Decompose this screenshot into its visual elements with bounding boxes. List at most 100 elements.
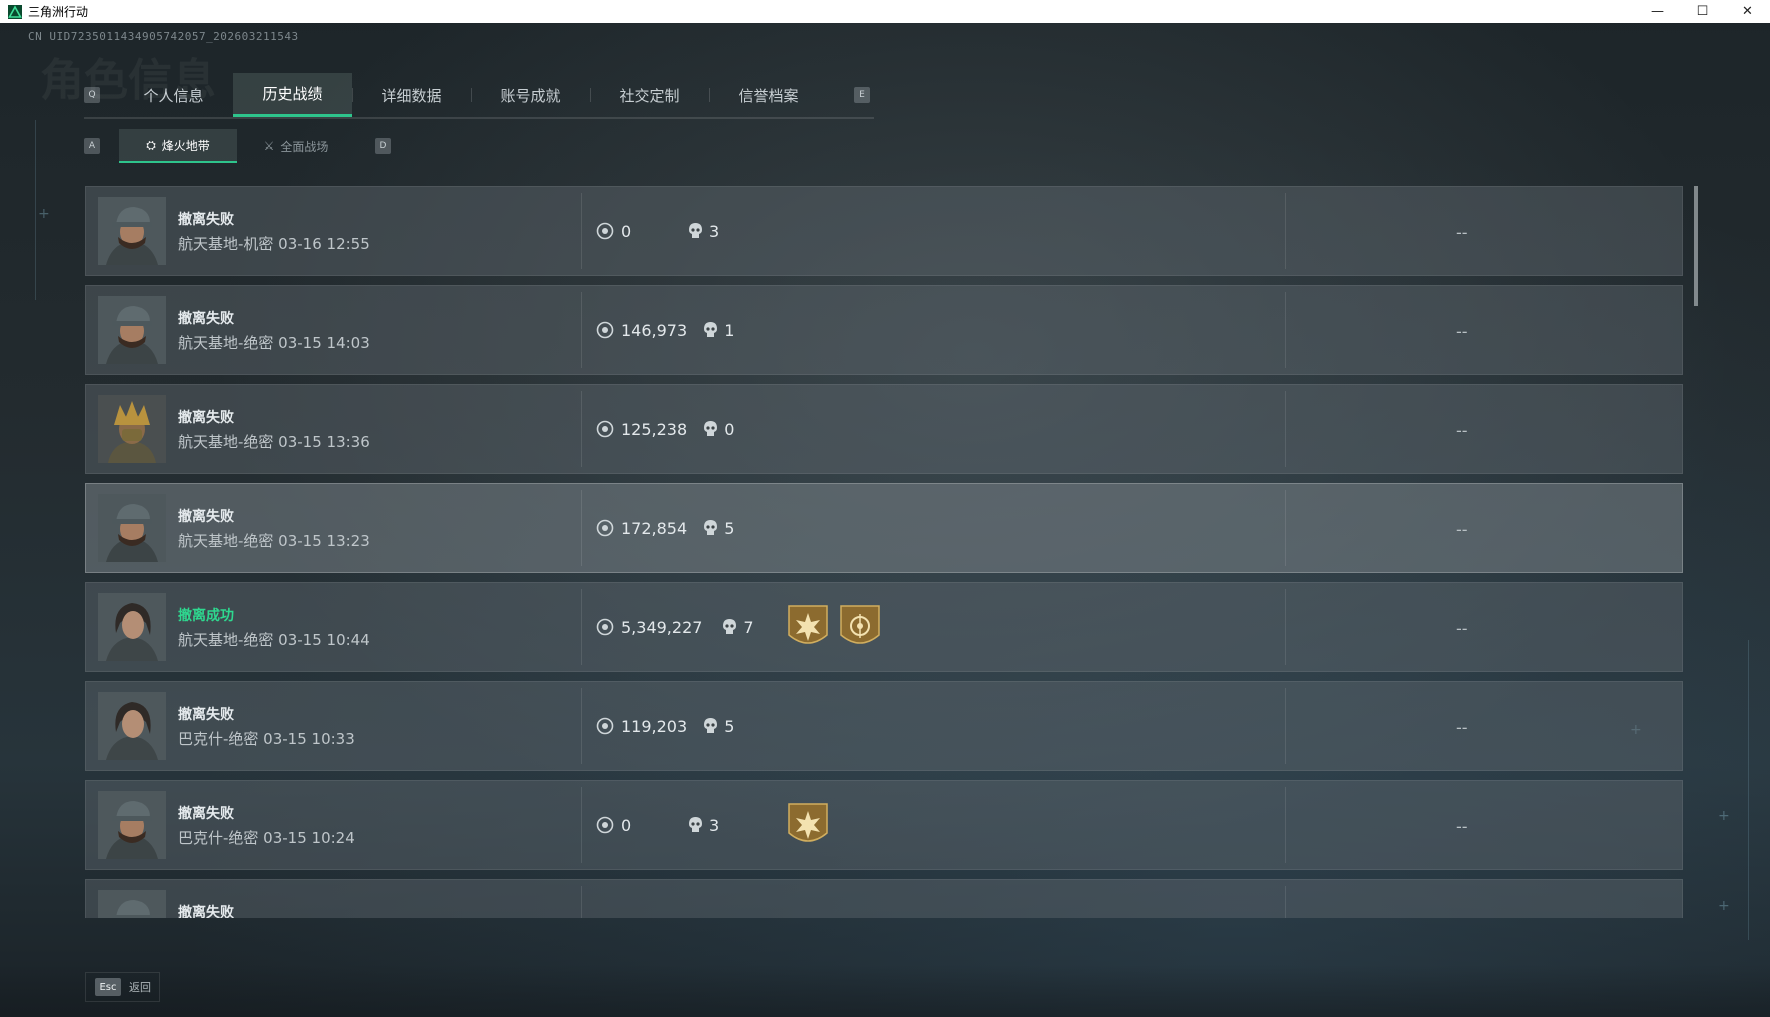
tab-achievements[interactable]: 账号成就 — [471, 73, 590, 117]
skull-icon — [704, 718, 718, 733]
subtab-hazard-zone[interactable]: ⛭ 烽火地带 — [119, 129, 237, 163]
match-record-row[interactable]: 撤离失败航天基地-绝密 03-15 13:23 172,854 5 -- — [85, 483, 1683, 573]
column-divider — [1285, 193, 1286, 269]
map-and-time: 航天基地-绝密 03-15 13:23 — [178, 532, 370, 550]
map-and-time: 航天基地-绝密 03-15 10:44 — [178, 631, 370, 649]
kill-count-text: 1 — [724, 320, 735, 340]
extraction-status: 撤离失败 — [178, 410, 234, 426]
operator-avatar — [98, 692, 166, 760]
loot-value: 0 — [596, 815, 631, 835]
loot-value-text: 5,349,227 — [621, 617, 703, 637]
subtab-prev-key-hint[interactable]: A — [84, 138, 100, 154]
column-divider — [1285, 787, 1286, 863]
column-divider — [1285, 688, 1286, 764]
extraction-status: 撤离失败 — [178, 905, 234, 918]
coin-icon — [596, 717, 614, 735]
coin-icon — [596, 618, 614, 636]
skull-icon — [689, 817, 702, 832]
subtab-label: 烽火地带 — [161, 138, 210, 153]
player-uid: CN UID7235011434905742057_202603211543 — [28, 30, 299, 43]
loot-value-text: 172,854 — [621, 518, 688, 538]
mode-tabs: A ⛭ 烽火地带 ⚔ 全面战场 D — [84, 129, 391, 163]
kill-count: 7 — [722, 617, 754, 637]
column-divider — [1285, 886, 1286, 918]
extra-info: -- — [1456, 520, 1468, 539]
extraction-status: 撤离失败 — [178, 212, 234, 228]
window-title: 三角洲行动 — [28, 5, 89, 19]
map-and-time: 巴克什-绝密 03-15 10:33 — [178, 730, 355, 748]
esc-key-hint: Esc — [95, 978, 121, 996]
kill-count: 1 — [703, 320, 734, 340]
loot-value-text: 0 — [621, 815, 632, 835]
coin-icon — [596, 519, 614, 537]
loot-value-text: 146,973 — [621, 320, 688, 340]
operator-avatar — [98, 395, 166, 463]
extraction-status: 撤离失败 — [178, 311, 234, 327]
target-badge[interactable] — [838, 603, 882, 651]
match-record-row[interactable]: 撤离失败 巴克什-绝密 03-15 10:24 0 3 -- — [85, 780, 1683, 870]
loot-value-text: 119,203 — [621, 716, 688, 736]
window-titlebar: 三角洲行动 — ☐ ✕ — [0, 0, 1770, 23]
minimize-button[interactable]: — — [1635, 0, 1680, 23]
sun-badge[interactable] — [786, 801, 830, 849]
column-divider — [581, 886, 582, 918]
tab-detailed-data[interactable]: 详细数据 — [352, 73, 471, 117]
operator-avatar — [98, 791, 166, 859]
loot-value: 0 — [596, 221, 631, 241]
match-record-row[interactable]: 撤离失败航天基地-机密 03-16 12:55 0 3 -- — [85, 186, 1683, 276]
kill-count: 5 — [703, 518, 734, 538]
match-history-list[interactable]: 撤离失败 航天基地-机密 03-16 12:55 0 3 -- 撤离失败 航天基地-绝密 0… — [85, 186, 1685, 918]
bottom-bar — [0, 965, 1770, 1017]
operator-avatar — [98, 890, 166, 918]
extraction-status: 撤离失败 — [178, 509, 234, 525]
close-button[interactable]: ✕ — [1725, 0, 1770, 23]
loot-value: 146,973 — [596, 320, 687, 340]
skull-icon — [704, 520, 718, 535]
loot-value-text: 0 — [621, 221, 632, 241]
subtab-next-key-hint[interactable]: D — [375, 138, 391, 154]
maximize-button[interactable]: ☐ — [1680, 0, 1725, 23]
back-label: 返回 — [129, 981, 151, 994]
match-record-row[interactable]: 撤离失败 航天基地-绝密 03-15 14:03 146,973 1 -- — [85, 285, 1683, 375]
kill-count-text: 0 — [724, 419, 735, 439]
list-scrollbar[interactable] — [1694, 186, 1698, 306]
coin-icon — [596, 321, 614, 339]
kill-count: 3 — [688, 221, 719, 241]
back-button[interactable]: Esc 返回 — [85, 972, 160, 1002]
extraction-status: 撤离失败 — [178, 806, 234, 822]
tab-personal-info[interactable]: 个人信息 — [114, 73, 233, 117]
main-tabs: Q 个人信息 历史战绩 详细数据 账号成就 社交定制 信誉档案 E — [84, 73, 874, 119]
tab-next-key-hint[interactable]: E — [854, 87, 870, 103]
coin-icon — [596, 420, 614, 438]
extra-info: -- — [1456, 223, 1468, 242]
match-record-row[interactable]: 撤离失败 — [85, 879, 1683, 918]
sun-badge[interactable] — [786, 603, 830, 651]
loot-value: 5,349,227 — [596, 617, 702, 637]
skull-icon — [689, 223, 702, 238]
column-divider — [581, 193, 582, 269]
operator-avatar — [98, 494, 166, 562]
hud-line — [35, 120, 36, 300]
hazard-icon: ⛭ — [146, 137, 156, 152]
map-and-time: 航天基地-机密 03-16 12:55 — [178, 235, 370, 253]
column-divider — [581, 688, 582, 764]
tab-social-custom[interactable]: 社交定制 — [590, 73, 709, 117]
match-record-row[interactable]: 撤离失败 航天基地-绝密 03-15 13:36 125,238 0 -- — [85, 384, 1683, 474]
extra-info: -- — [1456, 817, 1468, 836]
hud-plus-icon: + — [1718, 808, 1730, 824]
extraction-status: 撤离失败 — [178, 707, 234, 723]
tab-credit-record[interactable]: 信誉档案 — [709, 73, 828, 117]
tab-match-history[interactable]: 历史战绩 — [233, 73, 352, 117]
subtab-label: 全面战场 — [280, 139, 329, 154]
skull-icon — [704, 322, 718, 337]
match-record-row[interactable]: 撤离成功 航天基地-绝密 03-15 10:44 5,349,227 7 -- — [85, 582, 1683, 672]
match-record-row[interactable]: 撤离失败 巴克什-绝密 03-15 10:33 119,203 5 -- — [85, 681, 1683, 771]
subtab-battlefield[interactable]: ⚔ 全面战场 — [237, 129, 355, 163]
map-and-time: 航天基地-绝密 03-15 13:36 — [178, 433, 370, 451]
column-divider — [1285, 589, 1286, 665]
column-divider — [581, 292, 582, 368]
coin-icon — [596, 816, 614, 834]
kill-count-text: 5 — [724, 518, 735, 538]
column-divider — [1285, 292, 1286, 368]
tab-prev-key-hint[interactable]: Q — [84, 87, 100, 103]
